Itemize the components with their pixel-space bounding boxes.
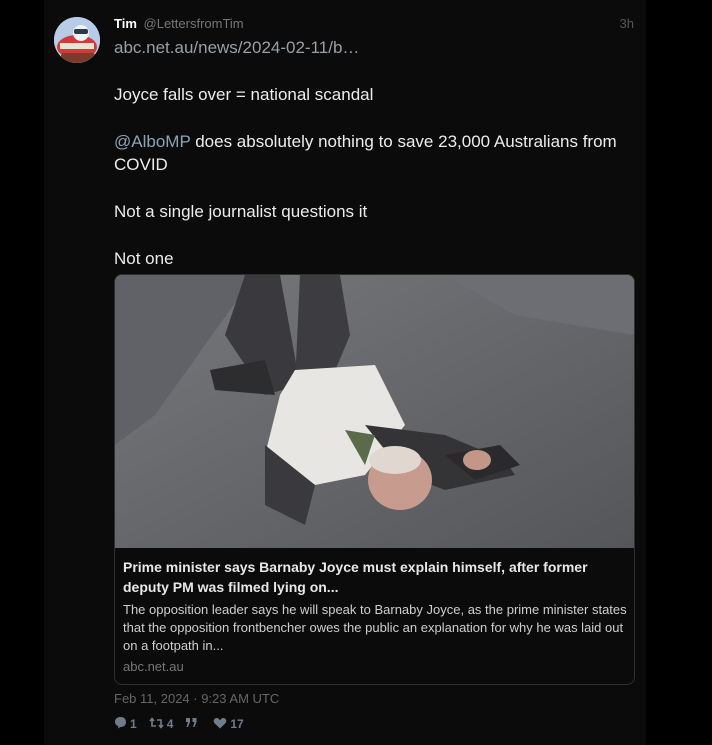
quote-stat[interactable] (185, 717, 201, 731)
retweet-stat[interactable]: 4 (149, 716, 174, 732)
tweet-timestamp[interactable]: Feb 11, 2024 · 9:23 AM UTC (114, 691, 279, 707)
tweet-stats: 1 4 17 (114, 716, 256, 732)
retweet-count: 4 (166, 717, 174, 731)
tweet-paragraph-4: Not one (114, 249, 174, 268)
card-description: The opposition leader says he will speak… (123, 602, 627, 653)
card-domain: abc.net.au (123, 659, 184, 674)
retweet-icon (149, 716, 167, 732)
card-image[interactable] (115, 275, 634, 548)
card-title[interactable]: Prime minister says Barnaby Joyce must e… (123, 557, 623, 597)
tweet-paragraph-1: Joyce falls over = national scandal (114, 85, 374, 104)
comment-icon (114, 716, 130, 732)
reply-stat[interactable]: 1 (114, 716, 137, 732)
tweet-paragraph-2-text: does absolutely nothing to save 23,000 A… (114, 132, 617, 174)
heart-icon (213, 717, 230, 732)
relative-time[interactable]: 3h (600, 16, 634, 32)
quote-icon (185, 717, 201, 731)
like-count: 17 (230, 717, 244, 731)
like-stat[interactable]: 17 (213, 717, 244, 732)
tweet-header: Tim @LettersfromTim (114, 16, 244, 32)
mention-link[interactable]: @AlboMP (114, 132, 190, 151)
tweet-link[interactable]: abc.net.au/news/2024-02-11/b… (114, 38, 359, 58)
author-name[interactable]: Tim (114, 16, 137, 31)
avatar[interactable] (54, 17, 100, 63)
tweet-paragraph-2: @AlboMP does absolutely nothing to save … (114, 130, 634, 176)
tweet-paragraph-3: Not a single journalist questions it (114, 202, 368, 221)
reply-count: 1 (130, 717, 137, 731)
link-card[interactable]: Prime minister says Barnaby Joyce must e… (114, 274, 635, 685)
author-handle[interactable]: @LettersfromTim (144, 16, 244, 31)
